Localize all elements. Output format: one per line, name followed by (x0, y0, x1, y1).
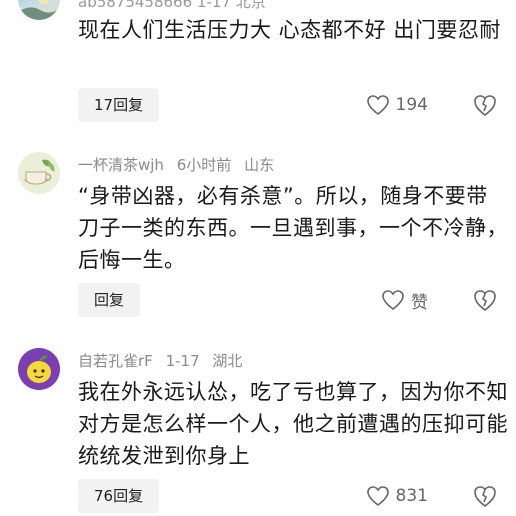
comment-meta: ab5875458666 1-17 北京 (78, 0, 266, 11)
comment-meta: 一杯清茶wjh 6小时前 山东 (78, 154, 282, 175)
like-button[interactable]: 194 (366, 88, 428, 122)
avatar[interactable] (18, 348, 60, 390)
username[interactable]: 自若孔雀rF (78, 352, 153, 370)
like-count: 194 (395, 95, 428, 115)
like-label: 赞 (411, 292, 428, 313)
timestamp: 6小时前 (176, 156, 232, 174)
heart-outline-icon (382, 290, 404, 311)
broken-heart-icon[interactable] (472, 92, 498, 118)
avatar-lemon-icon (18, 348, 60, 390)
heart-outline-icon (366, 486, 389, 507)
broken-heart-icon[interactable] (472, 287, 498, 313)
reply-button[interactable]: 76回复 (78, 479, 160, 513)
avatar[interactable] (18, 0, 60, 20)
avatar[interactable] (18, 152, 60, 194)
comment-text: 现在人们生活压力大 心态都不好 出门要忍耐 (78, 18, 501, 42)
reply-button[interactable]: 17回复 (78, 88, 160, 122)
heart-outline-icon (366, 95, 389, 116)
comment-text: “身带凶器，必有杀意”。所以，随身不要带刀子一类的东西。一旦遇到事，一个不冷静，… (78, 184, 508, 272)
like-count: 831 (395, 486, 428, 506)
comment-meta: 自若孔雀rF 1-17 湖北 (78, 350, 250, 371)
broken-heart-icon[interactable] (472, 483, 498, 509)
comment-text: 我在外永远认怂，吃了亏也算了，因为你不知对方是怎么样一个人，他之前遭遇的压抑可能… (78, 380, 508, 468)
username[interactable]: 一杯清茶wjh (78, 156, 164, 174)
avatar-tea-cup-icon (18, 152, 60, 194)
location: 山东 (244, 156, 275, 174)
timestamp: 1-17 (165, 352, 200, 370)
like-button[interactable]: 赞 (381, 283, 428, 317)
location: 湖北 (212, 352, 243, 370)
avatar-landscape-icon (18, 0, 60, 20)
reply-button[interactable]: 回复 (78, 283, 141, 317)
like-button[interactable]: 831 (366, 479, 428, 513)
